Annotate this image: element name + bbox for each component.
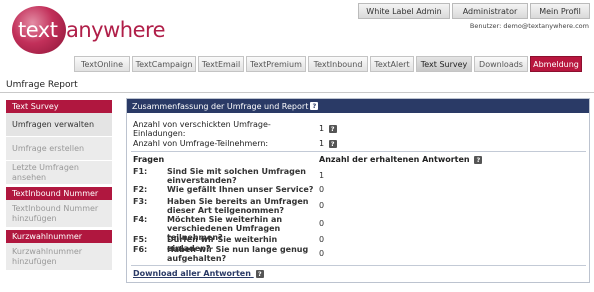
main-nav: TextOnline TextCampaign TextEmail TextPr… bbox=[74, 56, 584, 72]
section-divider bbox=[131, 151, 586, 152]
sidebar-section-textinbound: TextInbound Nummer bbox=[6, 187, 112, 200]
participants-label: Anzahl von Umfrage-Teilnehmern: bbox=[133, 139, 269, 148]
help-icon[interactable]: ? bbox=[255, 269, 264, 278]
question-answer-count: 0 bbox=[319, 201, 325, 210]
panel-header: Zusammenfassung der Umfrage und Report ? bbox=[127, 99, 589, 113]
my-profile-button[interactable]: Mein Profil bbox=[530, 3, 590, 19]
survey-summary-panel: Zusammenfassung der Umfrage und Report ?… bbox=[126, 98, 590, 283]
question-answer-count: 0 bbox=[319, 249, 325, 258]
question-id: F5: bbox=[133, 235, 148, 244]
section-divider bbox=[131, 265, 586, 266]
question-text: Wie gefällt Ihnen unser Service? bbox=[167, 185, 314, 194]
question-answer-count: 0 bbox=[319, 219, 325, 228]
download-link-label[interactable]: Download aller Antworten bbox=[133, 269, 251, 278]
sidebar-section-text-survey: Text Survey bbox=[6, 100, 112, 113]
question-answer-count: 1 bbox=[319, 171, 325, 180]
tab-text-survey[interactable]: Text Survey bbox=[416, 56, 472, 72]
sent-invitations-count: 1 bbox=[319, 124, 325, 133]
sidebar-section-shortcode: Kurzwahlnummer bbox=[6, 230, 112, 243]
sent-invitations-label: Anzahl von verschickten Umfrage-Einladun… bbox=[133, 120, 271, 138]
sidebar-item-recent-surveys[interactable]: Letzte Umfragen ansehen bbox=[6, 161, 112, 185]
question-id: F2: bbox=[133, 185, 148, 194]
logo-text-part1: text bbox=[18, 18, 58, 42]
participants-count: 1 bbox=[319, 139, 325, 148]
question-id: F4: bbox=[133, 215, 148, 224]
answers-header: Anzahl der erhaltenen Antworten ? bbox=[319, 155, 483, 164]
tab-textalert[interactable]: TextAlert bbox=[370, 56, 414, 72]
question-id: F6: bbox=[133, 245, 148, 254]
help-icon[interactable]: ? bbox=[474, 155, 483, 164]
sent-invitations-value: 1 ? bbox=[319, 124, 337, 133]
current-user-label: Benutzer: demo@textanywhere.com bbox=[469, 22, 589, 30]
tab-textinbound[interactable]: TextInbound bbox=[308, 56, 368, 72]
sidebar-item-create-survey[interactable]: Umfrage erstellen bbox=[6, 137, 112, 161]
title-divider bbox=[0, 92, 594, 93]
tab-textonline[interactable]: TextOnline bbox=[74, 56, 130, 72]
tab-textemail[interactable]: TextEmail bbox=[198, 56, 244, 72]
question-answer-count: 0 bbox=[319, 185, 325, 194]
answers-header-label: Anzahl der erhaltenen Antworten bbox=[319, 155, 470, 164]
administrator-button[interactable]: Administrator bbox=[452, 3, 528, 19]
help-icon[interactable]: ? bbox=[328, 139, 337, 148]
page-title: Umfrage Report bbox=[6, 80, 78, 90]
white-label-admin-button[interactable]: White Label Admin bbox=[358, 3, 450, 19]
question-text: Haben wir Sie nun lange genug aufgehalte… bbox=[167, 245, 309, 263]
participants-value: 1 ? bbox=[319, 139, 337, 148]
question-text: Haben Sie bereits an Umfragen dieser Art… bbox=[167, 197, 309, 215]
sidebar-item-add-shortcode[interactable]: Kurzwahlnummer hinzufügen bbox=[6, 243, 112, 271]
download-all-answers-link[interactable]: Download aller Antworten ? bbox=[133, 269, 264, 278]
question-id: F3: bbox=[133, 197, 148, 206]
sidebar-item-manage-surveys[interactable]: Umfragen verwalten bbox=[6, 113, 112, 137]
help-icon[interactable]: ? bbox=[310, 102, 319, 110]
logo-text-part2: anywhere bbox=[66, 18, 166, 42]
questions-header: Fragen bbox=[133, 155, 165, 164]
tab-textpremium[interactable]: TextPremium bbox=[246, 56, 306, 72]
tab-downloads[interactable]: Downloads bbox=[474, 56, 528, 72]
help-icon[interactable]: ? bbox=[328, 124, 337, 133]
question-text: Sind Sie mit solchen Umfragen einverstan… bbox=[167, 167, 306, 185]
question-id: F1: bbox=[133, 167, 148, 176]
sidebar: Text Survey Umfragen verwalten Umfrage e… bbox=[6, 100, 112, 271]
textanywhere-logo[interactable]: text anywhere bbox=[8, 4, 166, 58]
panel-title: Zusammenfassung der Umfrage und Report bbox=[132, 101, 309, 111]
logout-tab[interactable]: Abmeldung bbox=[530, 56, 582, 72]
tab-textcampaign[interactable]: TextCampaign bbox=[132, 56, 196, 72]
sidebar-item-add-textinbound[interactable]: TextInbound Nummer hinzufügen bbox=[6, 200, 112, 228]
question-answer-count: 0 bbox=[319, 235, 325, 244]
